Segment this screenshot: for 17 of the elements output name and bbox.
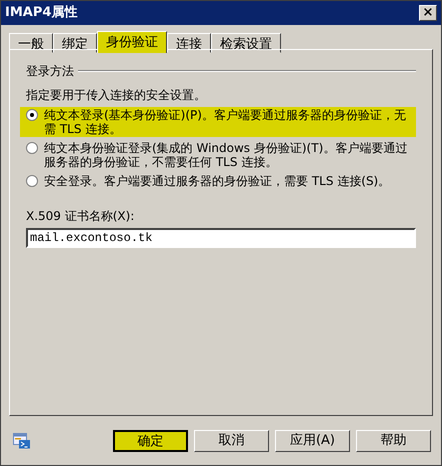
tab[interactable]: 检索设置 xyxy=(211,33,281,53)
dialog-button[interactable]: 取消 xyxy=(194,430,269,452)
dialog-button[interactable]: 帮助 xyxy=(356,430,431,452)
window-title: IMAP4属性 xyxy=(5,4,78,22)
dialog-button[interactable]: 确定 xyxy=(113,430,188,452)
description-text: 指定要用于传入连接的安全设置。 xyxy=(26,87,207,104)
tab[interactable]: 身份验证 xyxy=(97,31,167,53)
tab[interactable]: 一般 xyxy=(9,33,53,53)
close-button[interactable]: × xyxy=(419,5,437,21)
field-label: X.509 证书名称(X): xyxy=(26,208,136,225)
group-title: 登录方法 xyxy=(26,63,74,80)
certificate-field[interactable]: mail.excontoso.tk xyxy=(26,228,416,248)
radio-option[interactable]: 安全登录。客户端要通过服务器的身份验证，需要 TLS 连接(S)。 xyxy=(20,173,416,189)
radio-option[interactable]: 纯文本身份验证登录(集成的 Windows 身份验证)(T)。客户端要通过服务器的身份验证，不需要任何 TLS 连接。 xyxy=(20,140,416,170)
radio-option[interactable]: 纯文本登录(基本身份验证)(P)。客户端要通过服务器的身份验证，无需 TLS 连接。 xyxy=(20,107,416,137)
dialog-button[interactable]: 应用(A) xyxy=(275,430,350,452)
console-icon xyxy=(13,433,31,449)
